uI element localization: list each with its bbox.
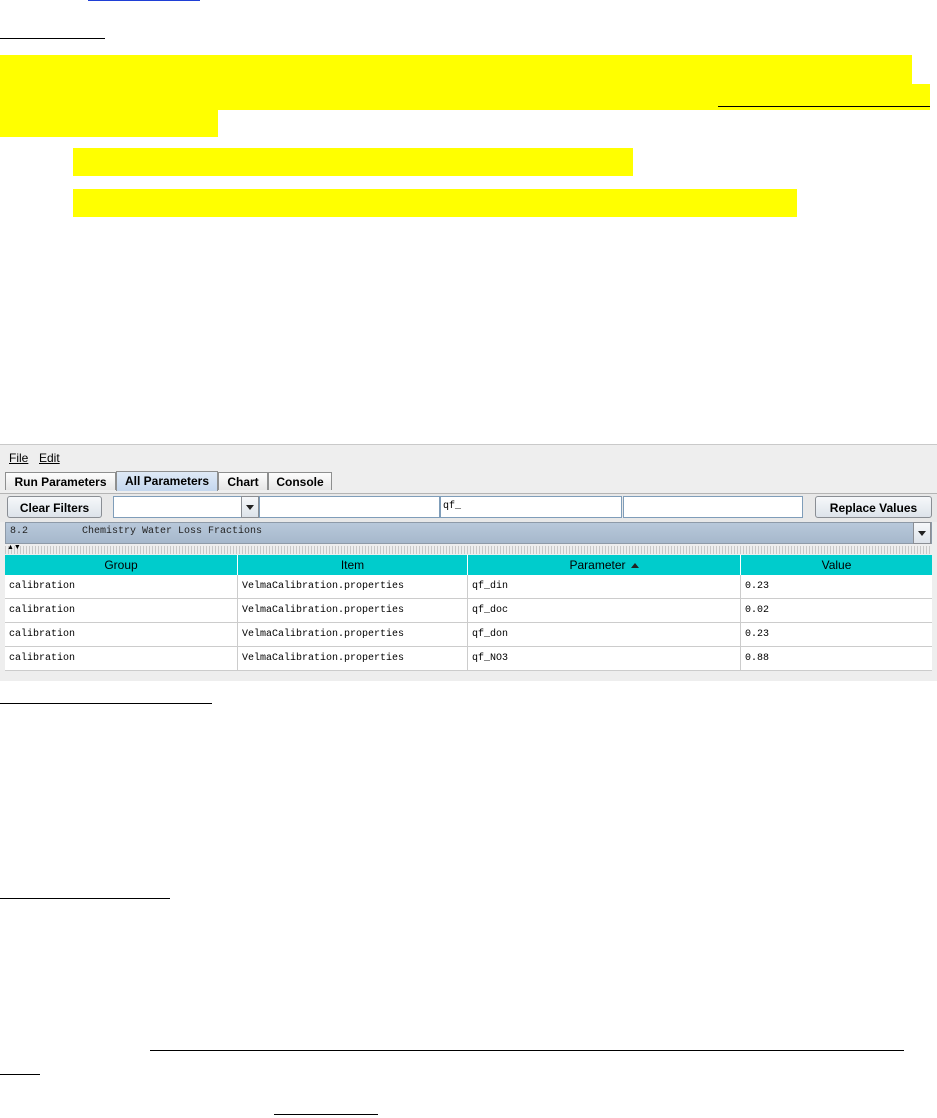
document-link-underline[interactable] <box>88 0 200 1</box>
cell-parameter: qf_din <box>468 575 741 598</box>
highlighted-bullet-2 <box>73 189 797 217</box>
section-select[interactable]: 8.2 Chemistry Water Loss Fractions <box>5 522 932 544</box>
cell-value[interactable]: 0.23 <box>741 623 932 646</box>
highlighted-paragraph-underline <box>718 106 930 107</box>
cell-group: calibration <box>5 599 238 622</box>
split-pane-divider[interactable]: ▲▼ <box>5 544 932 554</box>
filter-toolbar: Clear Filters qf_ Replace Values <box>0 493 937 522</box>
replace-values-button[interactable]: Replace Values <box>815 496 932 518</box>
section-number: 8.2 <box>10 526 29 537</box>
item-filter-input[interactable] <box>259 496 440 518</box>
tab-console[interactable]: Console <box>268 472 332 490</box>
document-short-underline-1 <box>0 1074 40 1075</box>
document-heading-underline <box>0 38 105 39</box>
table-row[interactable]: calibration VelmaCalibration.properties … <box>5 623 932 647</box>
cell-item: VelmaCalibration.properties <box>238 623 468 646</box>
table-row[interactable]: calibration VelmaCalibration.properties … <box>5 647 932 671</box>
sort-ascending-icon <box>630 563 639 568</box>
cell-parameter: qf_NO3 <box>468 647 741 670</box>
highlighted-paragraph-line-3 <box>0 110 218 137</box>
section-select-dropdown-arrow[interactable] <box>913 522 931 544</box>
tab-run-parameters[interactable]: Run Parameters <box>5 472 116 490</box>
column-header-value[interactable]: Value <box>741 555 932 575</box>
cell-value[interactable]: 0.88 <box>741 647 932 670</box>
group-filter-dropdown-arrow[interactable] <box>241 496 259 518</box>
table-row[interactable]: calibration VelmaCalibration.properties … <box>5 575 932 599</box>
column-header-parameter-label: Parameter <box>569 558 626 572</box>
group-filter-combo[interactable] <box>113 496 242 518</box>
parameter-filter-input[interactable]: qf_ <box>440 496 622 518</box>
menu-file[interactable]: File <box>9 451 28 465</box>
table-row[interactable]: calibration VelmaCalibration.properties … <box>5 599 932 623</box>
column-header-item[interactable]: Item <box>238 555 468 575</box>
parameter-editor-window: File Edit Run Parameters All Parameters … <box>0 444 937 681</box>
tab-chart[interactable]: Chart <box>218 472 268 490</box>
cell-value[interactable]: 0.23 <box>741 575 932 598</box>
cell-parameter: qf_don <box>468 623 741 646</box>
highlighted-bullet-1 <box>73 148 633 176</box>
cell-group: calibration <box>5 647 238 670</box>
cell-value[interactable]: 0.02 <box>741 599 932 622</box>
cell-group: calibration <box>5 623 238 646</box>
tab-all-parameters[interactable]: All Parameters <box>116 471 218 491</box>
highlighted-paragraph-line-1 <box>0 55 912 85</box>
chevron-down-icon <box>246 505 254 510</box>
document-fill-in-line <box>150 1050 904 1051</box>
collapse-arrows-icon[interactable]: ▲▼ <box>7 544 21 552</box>
chevron-down-icon <box>918 531 926 536</box>
column-header-parameter[interactable]: Parameter <box>468 555 741 575</box>
cell-item: VelmaCalibration.properties <box>238 599 468 622</box>
menu-edit[interactable]: Edit <box>39 451 60 465</box>
section-select-value: 8.2 Chemistry Water Loss Fractions <box>10 526 262 537</box>
cell-parameter: qf_doc <box>468 599 741 622</box>
value-filter-input[interactable] <box>623 496 803 518</box>
cell-item: VelmaCalibration.properties <box>238 647 468 670</box>
cell-group: calibration <box>5 575 238 598</box>
clear-filters-button[interactable]: Clear Filters <box>7 496 102 518</box>
document-subheading-underline-2 <box>0 898 170 899</box>
document-subheading-underline-1 <box>0 703 212 704</box>
section-name: Chemistry Water Loss Fractions <box>82 526 263 537</box>
cell-item: VelmaCalibration.properties <box>238 575 468 598</box>
menu-bar: File Edit <box>0 448 937 468</box>
column-header-group[interactable]: Group <box>5 555 238 575</box>
document-short-underline-2 <box>274 1114 378 1115</box>
